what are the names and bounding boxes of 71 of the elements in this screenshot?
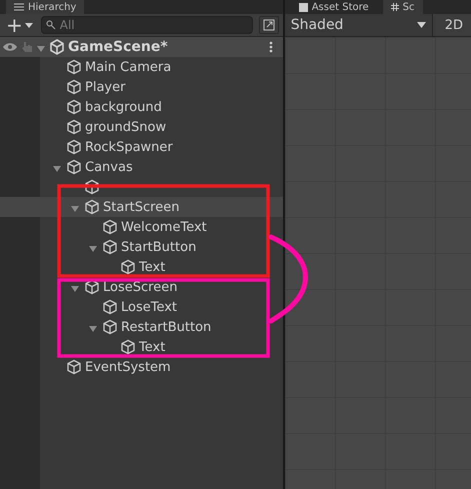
- cube-icon: [102, 299, 118, 315]
- scene-name: GameScene*: [68, 39, 169, 55]
- hierarchy-row[interactable]: RestartButton: [0, 317, 283, 337]
- shading-dropdown[interactable]: Shaded: [284, 14, 433, 36]
- cube-icon: [66, 99, 82, 115]
- tab-label: Sc: [402, 2, 415, 12]
- hierarchy-row[interactable]: RockSpawner: [0, 137, 283, 157]
- panel-tab[interactable]: Sc: [382, 0, 423, 14]
- object-name: StartButton: [121, 240, 196, 254]
- unity-logo-icon: [49, 39, 65, 55]
- expand-arrow-icon[interactable]: [36, 44, 46, 52]
- cube-icon: [66, 139, 82, 155]
- cube-icon: [66, 79, 82, 95]
- hierarchy-row[interactable]: StartButton: [0, 237, 283, 257]
- cube-icon: [66, 59, 82, 75]
- expand-arrow-icon[interactable]: [52, 164, 62, 172]
- cube-icon: [102, 319, 118, 335]
- hierarchy-row[interactable]: groundSnow: [0, 117, 283, 137]
- add-button[interactable]: +: [4, 15, 35, 35]
- object-name: Text: [139, 340, 166, 354]
- hierarchy-row[interactable]: background: [0, 97, 283, 117]
- hierarchy-tab[interactable]: Hierarchy: [6, 0, 84, 14]
- expand-arrow-icon[interactable]: [70, 204, 80, 212]
- hierarchy-row[interactable]: Text: [0, 337, 283, 357]
- search-field[interactable]: All: [40, 16, 253, 34]
- object-name: LoseScreen: [103, 280, 178, 294]
- tab-label: Asset Store: [312, 2, 369, 12]
- object-name: Main Camera: [85, 60, 172, 74]
- hierarchy-row[interactable]: Main Camera: [0, 57, 283, 77]
- cube-icon: [84, 279, 100, 295]
- cube-icon: [84, 199, 100, 215]
- object-name: Player: [85, 80, 126, 94]
- object-name: Canvas: [85, 160, 133, 174]
- expand-arrow-icon[interactable]: [70, 284, 80, 292]
- cube-icon: [66, 359, 82, 375]
- search-icon: [46, 20, 56, 30]
- cube-icon: [66, 159, 82, 175]
- hierarchy-row[interactable]: WelcomeText: [0, 217, 283, 237]
- object-name: StartScreen: [103, 200, 180, 214]
- scene-view-toggle-button[interactable]: [258, 16, 279, 34]
- cube-icon: [84, 179, 100, 195]
- caret-icon: [24, 22, 33, 28]
- hierarchy-row[interactable]: Text: [0, 257, 283, 277]
- cube-icon: [102, 239, 118, 255]
- cube-icon: [120, 259, 136, 275]
- hierarchy-row[interactable]: LoseScreen: [0, 277, 283, 297]
- hierarchy-row[interactable]: EventSystem: [0, 357, 283, 377]
- object-name: EventSystem: [85, 360, 171, 374]
- grid-icon: [390, 3, 399, 11]
- object-name: groundSnow: [85, 120, 166, 134]
- object-name: WelcomeText: [121, 220, 207, 234]
- expand-arrow-icon[interactable]: [88, 244, 98, 252]
- object-name: Text: [139, 260, 166, 274]
- eye-icon[interactable]: [2, 42, 18, 52]
- object-name: RestartButton: [121, 320, 212, 334]
- bag-icon: [298, 2, 308, 12]
- more-options-icon[interactable]: [268, 41, 273, 53]
- hierarchy-row[interactable]: LoseText: [0, 297, 283, 317]
- object-name: RockSpawner: [85, 140, 173, 154]
- object-name: background: [85, 100, 162, 114]
- hierarchy-row[interactable]: Canvas: [0, 157, 283, 177]
- hierarchy-row[interactable]: Player: [0, 77, 283, 97]
- expand-arrow-icon[interactable]: [88, 324, 98, 332]
- object-name: LoseText: [121, 300, 178, 314]
- caret-icon: [416, 22, 426, 28]
- hierarchy-row[interactable]: StartScreen: [0, 197, 283, 217]
- expand-icon: [262, 19, 275, 31]
- cube-icon: [120, 339, 136, 355]
- list-icon: [14, 3, 24, 11]
- cube-icon: [66, 119, 82, 135]
- cube-icon: [102, 219, 118, 235]
